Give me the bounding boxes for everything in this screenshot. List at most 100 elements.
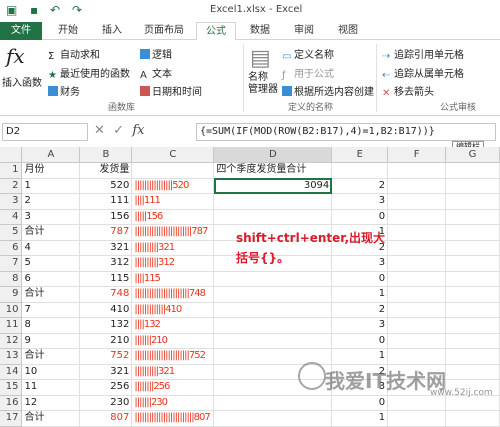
insert-function-icon[interactable]: fx: [6, 44, 25, 68]
tab-file[interactable]: 文件: [0, 22, 42, 40]
cell-bar[interactable]: |||||||||||||||||||||||752: [131, 348, 215, 365]
cell-total[interactable]: [213, 209, 333, 225]
datetime-button[interactable]: 日期和时间: [140, 83, 202, 98]
cell-empty[interactable]: [387, 193, 447, 210]
trace-dependents-button[interactable]: ⇠ 追踪从属单元格: [382, 65, 464, 81]
cell-quantity[interactable]: 752: [79, 348, 133, 365]
cell-quantity[interactable]: 210: [79, 333, 133, 349]
recent-functions-button[interactable]: ★ 最近使用的函数: [48, 65, 130, 81]
cell-empty[interactable]: [445, 193, 500, 210]
cell-month[interactable]: 月份: [21, 162, 81, 179]
cell-bar[interactable]: |||||||||||||||||||||||||807: [131, 410, 215, 427]
define-name-button[interactable]: ▭ 定义名称: [282, 46, 334, 62]
cell-quantity[interactable]: 256: [79, 379, 133, 396]
cell-total[interactable]: [213, 410, 333, 427]
cell-bar[interactable]: ||||||||||321: [131, 240, 215, 256]
tab-data[interactable]: 数据: [240, 22, 280, 40]
cell-empty[interactable]: [445, 240, 500, 256]
cell-empty[interactable]: [445, 255, 500, 272]
cell-quantity[interactable]: 230: [79, 395, 133, 411]
use-in-formula-button[interactable]: ƒ 用于公式: [282, 65, 334, 81]
cell-empty[interactable]: [387, 410, 447, 427]
cell-total-header[interactable]: 四个季度发货量合计: [213, 162, 333, 179]
confirm-icon[interactable]: ✓: [113, 123, 124, 138]
cell-empty[interactable]: [387, 255, 447, 272]
cell-empty[interactable]: [387, 209, 447, 225]
cell-empty[interactable]: [387, 348, 447, 365]
create-from-selection-button[interactable]: 根据所选内容创建: [282, 83, 374, 98]
cell-empty[interactable]: [445, 162, 500, 179]
row-header[interactable]: 13: [0, 348, 23, 365]
cell-empty[interactable]: [387, 162, 447, 179]
row-header[interactable]: 4: [0, 209, 23, 225]
insert-function-fx-button[interactable]: fx: [132, 123, 144, 138]
formula-input[interactable]: {=SUM(IF(MOD(ROW(B2:B17),4)=1,B2:B17))}: [196, 123, 496, 141]
name-manager-button[interactable]: 名称 管理器: [248, 72, 278, 96]
cell-bar[interactable]: ||||||||||||||||520: [131, 178, 215, 194]
column-header[interactable]: C: [131, 147, 215, 163]
tab-formulas[interactable]: 公式: [196, 22, 236, 41]
row-header[interactable]: 17: [0, 410, 23, 427]
row-header[interactable]: 11: [0, 317, 23, 334]
cell-bar[interactable]: ||||||||||||||||||||||||787: [131, 224, 215, 241]
tab-review[interactable]: 审阅: [284, 22, 324, 40]
tab-home[interactable]: 开始: [48, 22, 88, 40]
cancel-icon[interactable]: ✕: [94, 123, 105, 138]
row-header[interactable]: 2: [0, 178, 23, 194]
cell-empty[interactable]: [445, 302, 500, 318]
cell-month[interactable]: 合计: [21, 224, 81, 241]
cell-empty[interactable]: [387, 286, 447, 303]
cell-empty[interactable]: [387, 317, 447, 334]
cell-month[interactable]: 7: [21, 302, 81, 318]
cell-empty[interactable]: [387, 333, 447, 349]
cell-month[interactable]: 2: [21, 193, 81, 210]
cell-mod[interactable]: 0: [331, 395, 389, 411]
financial-button[interactable]: 财务: [48, 83, 80, 98]
row-header[interactable]: 1: [0, 162, 23, 179]
cell-total[interactable]: [213, 395, 333, 411]
trace-precedents-button[interactable]: ⇢ 追踪引用单元格: [382, 46, 464, 62]
cell-month[interactable]: 8: [21, 317, 81, 334]
cell-quantity[interactable]: 312: [79, 255, 133, 272]
tab-view[interactable]: 视图: [328, 22, 368, 40]
row-header[interactable]: 12: [0, 333, 23, 349]
remove-arrows-button[interactable]: ✕ 移去箭头: [382, 83, 434, 99]
column-header[interactable]: B: [79, 147, 133, 163]
cell-bar[interactable]: ||||||||||321: [131, 364, 215, 380]
cell-bar[interactable]: |||||||230: [131, 395, 215, 411]
row-header[interactable]: 14: [0, 364, 23, 380]
cell-quantity[interactable]: 748: [79, 286, 133, 303]
cell-empty[interactable]: [445, 348, 500, 365]
column-header[interactable]: G: [445, 147, 500, 163]
redo-icon[interactable]: ↷: [72, 3, 82, 17]
cell-mod[interactable]: 1: [331, 348, 389, 365]
insert-function-button[interactable]: 插入函数: [2, 74, 42, 89]
cell-month[interactable]: 合计: [21, 410, 81, 427]
row-header[interactable]: 16: [0, 395, 23, 411]
cell-month[interactable]: 3: [21, 209, 81, 225]
cell-total[interactable]: [213, 193, 333, 210]
tab-insert[interactable]: 插入: [92, 22, 132, 40]
cell-month[interactable]: 4: [21, 240, 81, 256]
cell-total[interactable]: [213, 286, 333, 303]
cell-total[interactable]: [213, 317, 333, 334]
cell-month[interactable]: 9: [21, 333, 81, 349]
cell-bar[interactable]: |||||||||||||||||||||||748: [131, 286, 215, 303]
cell-bar[interactable]: |||||||210: [131, 333, 215, 349]
text-button[interactable]: A 文本: [140, 65, 172, 81]
cell-quantity[interactable]: 111: [79, 193, 133, 210]
select-all-corner[interactable]: [0, 147, 23, 163]
cell-total[interactable]: 3094: [213, 178, 333, 194]
cell-quantity[interactable]: 321: [79, 240, 133, 256]
cell-month[interactable]: 10: [21, 364, 81, 380]
cell-month[interactable]: 12: [21, 395, 81, 411]
name-box[interactable]: D2: [2, 123, 88, 141]
cell-bar[interactable]: ||||115: [131, 271, 215, 287]
cell-empty[interactable]: [445, 209, 500, 225]
cell-empty[interactable]: [387, 178, 447, 194]
cell-month[interactable]: 5: [21, 255, 81, 272]
cell-empty[interactable]: [445, 224, 500, 241]
row-header[interactable]: 10: [0, 302, 23, 318]
column-header[interactable]: F: [387, 147, 447, 163]
row-header[interactable]: 15: [0, 379, 23, 396]
